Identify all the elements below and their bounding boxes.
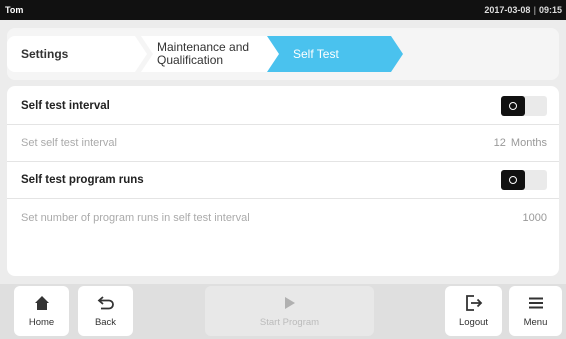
breadcrumb-label: Self Test — [293, 46, 339, 61]
status-date: 2017-03-08 — [484, 5, 531, 15]
menu-button[interactable]: Menu — [509, 286, 562, 336]
logout-label: Logout — [458, 317, 489, 328]
status-time: 09:15 — [538, 5, 562, 15]
set-program-runs-row[interactable]: Set number of program runs in self test … — [7, 199, 559, 236]
self-test-interval-label: Self test interval — [21, 100, 110, 112]
self-test-interval-value: 12 Months — [494, 137, 547, 149]
user-name: Tom — [5, 5, 24, 15]
power-on-icon — [509, 176, 517, 184]
self-test-interval-row: Self test interval — [7, 88, 559, 125]
settings-panel: Self test interval Set self test interva… — [7, 86, 559, 276]
back-label: Back — [94, 317, 117, 328]
logout-button[interactable]: Logout — [445, 286, 502, 336]
breadcrumb: Settings Maintenance and Qualification S… — [7, 28, 559, 80]
self-test-interval-toggle[interactable] — [501, 96, 547, 116]
interval-number: 12 — [493, 137, 506, 149]
toggle-knob — [501, 96, 525, 116]
back-button[interactable]: Back — [78, 286, 133, 336]
breadcrumb-label: Maintenance and Qualification — [157, 40, 250, 67]
back-arrow-icon — [97, 294, 115, 312]
set-self-test-interval-row[interactable]: Set self test interval 12 Months — [7, 125, 559, 162]
self-test-program-runs-row: Self test program runs — [7, 162, 559, 199]
set-self-test-interval-label: Set self test interval — [21, 137, 117, 149]
logout-icon — [465, 294, 483, 312]
breadcrumb-self-test: Self Test — [267, 36, 403, 72]
breadcrumb-settings[interactable]: Settings — [7, 36, 147, 72]
home-icon — [34, 294, 50, 312]
hamburger-menu-icon — [528, 294, 544, 312]
power-on-icon — [509, 102, 517, 110]
breadcrumb-label: Settings — [21, 46, 69, 61]
home-label: Home — [28, 317, 55, 328]
start-program-label: Start Program — [259, 317, 320, 328]
date-time: 2017-03-08 | 09:15 — [484, 5, 562, 15]
bottom-toolbar: Home Back Start Program Logout Menu — [0, 284, 566, 339]
play-icon — [284, 294, 296, 312]
home-button[interactable]: Home — [14, 286, 69, 336]
self-test-program-runs-toggle[interactable] — [501, 170, 547, 190]
toggle-knob — [501, 170, 525, 190]
self-test-program-runs-label: Self test program runs — [21, 174, 144, 186]
menu-label: Menu — [523, 317, 548, 328]
status-separator: | — [533, 5, 536, 15]
breadcrumb-maintenance-qualification[interactable]: Maintenance and Qualification — [141, 36, 283, 72]
set-program-runs-label: Set number of program runs in self test … — [21, 211, 250, 224]
program-runs-value: 1000 — [522, 211, 547, 224]
start-program-button[interactable]: Start Program — [205, 286, 374, 336]
interval-unit: Months — [510, 137, 547, 149]
status-bar: Tom 2017-03-08 | 09:15 — [0, 0, 566, 20]
